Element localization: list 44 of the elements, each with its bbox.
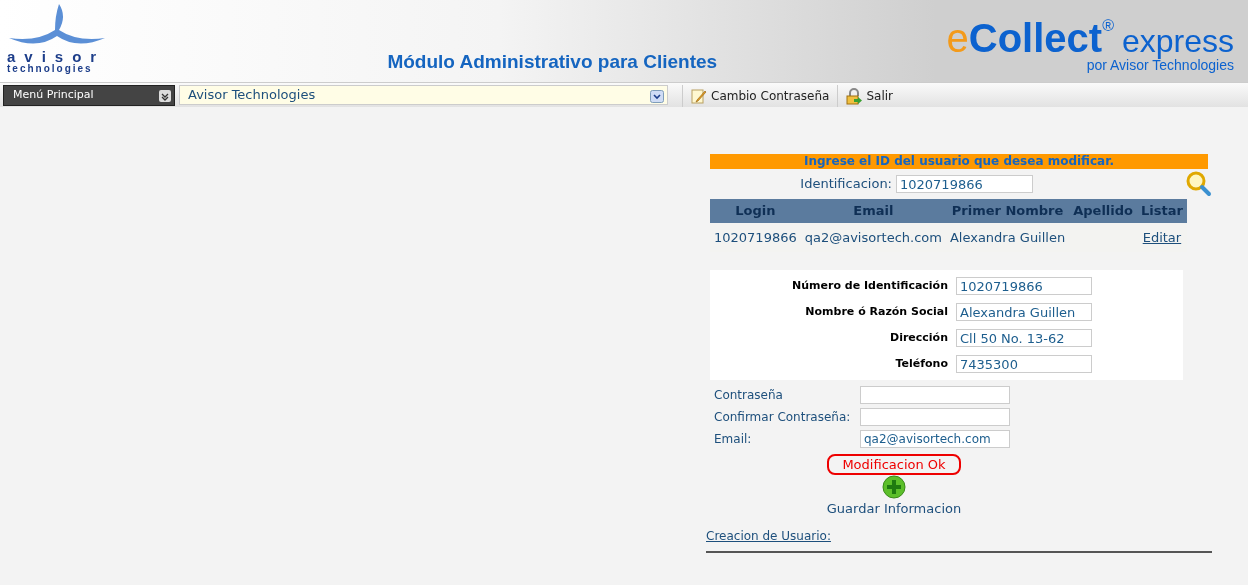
brand-logo-letter: e bbox=[946, 16, 969, 60]
registered-mark: ® bbox=[1102, 17, 1114, 34]
client-select[interactable]: Avisor Technologies bbox=[179, 85, 668, 105]
status-message: Modificacion Ok bbox=[827, 454, 961, 475]
field-label: Confirmar Contraseña: bbox=[713, 409, 852, 426]
field-label: Dirección bbox=[889, 330, 949, 346]
page-title: Módulo Administrativo para Clientes bbox=[387, 50, 718, 74]
caret-icon bbox=[650, 90, 664, 103]
search-icon[interactable] bbox=[1186, 171, 1212, 197]
column-header: Listar bbox=[1137, 199, 1187, 223]
text-field[interactable]: qa2@avisortech.com bbox=[860, 430, 1010, 448]
edit-link[interactable]: Editar bbox=[1142, 229, 1182, 245]
logo-text: avisor bbox=[7, 50, 107, 64]
field-label: Teléfono bbox=[894, 356, 949, 372]
change-password-link[interactable]: Cambio Contraseña bbox=[682, 85, 838, 107]
lock-icon bbox=[846, 87, 863, 105]
menu-dropdown[interactable]: Menú Principal bbox=[3, 85, 175, 106]
text-field[interactable]: 7435300 bbox=[956, 355, 1092, 373]
logo-subtext: technologies bbox=[7, 64, 94, 74]
field-label: Nombre ó Razón Social bbox=[804, 304, 949, 320]
add-icon[interactable] bbox=[882, 475, 906, 499]
field-label: Número de Identificación bbox=[791, 278, 949, 294]
brand-logo-text: Collect bbox=[968, 16, 1103, 60]
create-user-link[interactable]: Creacion de Usuario: bbox=[706, 528, 831, 543]
text-field[interactable]: Cll 50 No. 13-62 bbox=[956, 329, 1092, 347]
brand-tagline: por Avisor Technologies bbox=[1085, 58, 1234, 72]
field-label: Identificacion: bbox=[799, 175, 893, 194]
brand-logo-suffix: express bbox=[1121, 23, 1234, 59]
instruction-banner: Ingrese el ID del usuario que desea modificar. bbox=[710, 154, 1208, 169]
id-field[interactable]: 1020719866 bbox=[896, 175, 1033, 193]
text-field[interactable] bbox=[860, 386, 1010, 404]
exit-link[interactable]: Salir bbox=[837, 85, 902, 107]
save-label[interactable]: Guardar Informacion bbox=[826, 499, 962, 519]
text-field[interactable]: 1020719866 bbox=[956, 277, 1092, 295]
edit-icon bbox=[691, 88, 707, 104]
field-label: Contraseña bbox=[713, 387, 784, 404]
chevron-icon bbox=[161, 92, 169, 101]
column-header: Apellido bbox=[1069, 199, 1137, 223]
text-field[interactable]: Alexandra Guillen bbox=[956, 303, 1092, 321]
text-field[interactable] bbox=[860, 408, 1010, 426]
column-header: Email bbox=[800, 199, 946, 223]
field-label: Email: bbox=[713, 431, 753, 448]
column-header: Login bbox=[710, 199, 801, 223]
column-header: Primer Nombre bbox=[945, 199, 1070, 223]
